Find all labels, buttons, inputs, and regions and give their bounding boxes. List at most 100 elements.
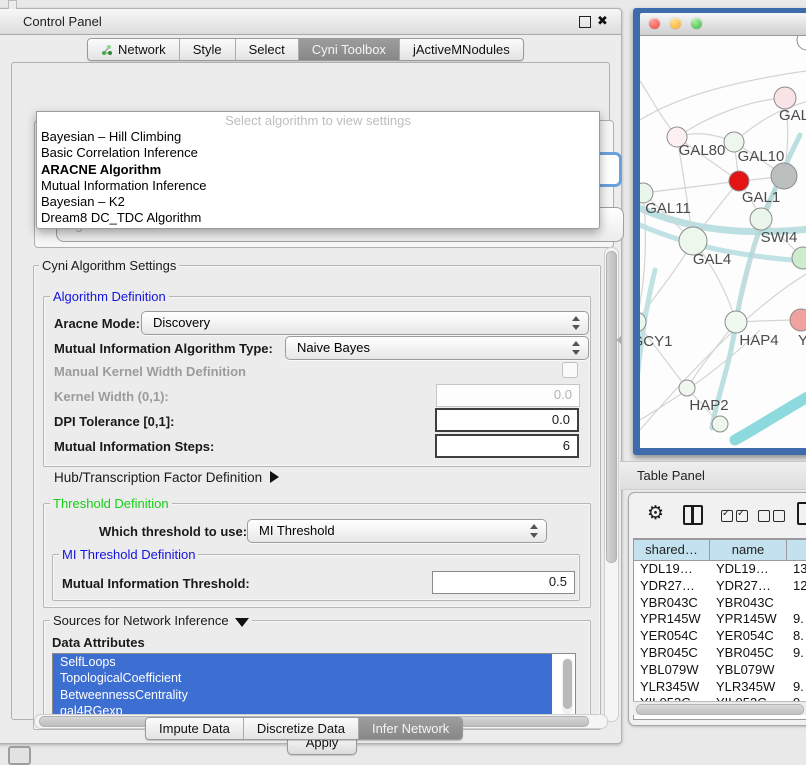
table-row[interactable]: YBR043CYBR043C	[634, 595, 806, 612]
table-row[interactable]: YDR27…YDR27…12	[634, 578, 806, 595]
node-label: SWI4	[761, 229, 798, 246]
attributes-scrollbar[interactable]	[562, 658, 573, 714]
table-cell[interactable]: 9.	[787, 611, 806, 628]
network-node[interactable]	[792, 247, 806, 269]
network-node[interactable]	[797, 36, 806, 50]
aracne-mode-combobox[interactable]: Discovery	[141, 311, 589, 335]
minimize-traffic-light-icon[interactable]	[670, 18, 681, 29]
table-cell[interactable]	[787, 662, 806, 679]
select-all-icon[interactable]	[721, 510, 748, 522]
manual-kernel-checkbox[interactable]	[562, 362, 578, 378]
network-node-hap4[interactable]	[725, 311, 747, 333]
which-threshold-combobox[interactable]: MI Threshold	[247, 519, 547, 543]
network-node-y[interactable]	[790, 309, 806, 331]
algorithm-option[interactable]: Basic Correlation Inference	[37, 145, 599, 161]
table-cell[interactable]: YER054C	[634, 628, 710, 645]
dpi-tolerance-field[interactable]: 0.0	[435, 408, 579, 432]
scrollbar-thumb[interactable]	[563, 659, 572, 709]
network-canvas[interactable]: GALGAL80GAL10GAL1GAL11SWI4GAL4HAP4YGCY1H…	[640, 36, 806, 448]
table-cell[interactable]: YDR27…	[634, 578, 710, 595]
mi-threshold-field[interactable]: 0.5	[432, 571, 575, 594]
algorithm-option[interactable]: Bayesian – Hill Climbing	[37, 129, 599, 145]
attribute-item-selected[interactable]: TopologicalCoefficient	[53, 670, 552, 686]
minimized-panel-icon[interactable]	[8, 746, 31, 765]
new-table-icon[interactable]	[797, 502, 806, 525]
network-window-titlebar[interactable]	[640, 13, 806, 36]
settings-vertical-scrollbar[interactable]	[604, 247, 619, 722]
scrollbar-thumb[interactable]	[606, 251, 617, 563]
table-cell[interactable]: YLR345W	[710, 679, 787, 696]
sources-legend[interactable]: Sources for Network Inference	[50, 614, 252, 627]
table-row[interactable]: YPR145WYPR145W9.	[634, 611, 806, 628]
table-cell[interactable]: YBR043C	[710, 595, 787, 612]
data-attributes-list[interactable]: SelfLoopsTopologicalCoefficientBetweenne…	[52, 653, 576, 723]
bottom-tab-impute-data[interactable]: Impute Data	[146, 718, 244, 739]
table-cell[interactable]: YDR27…	[710, 578, 787, 595]
tab-jactivemnodules[interactable]: jActiveMNodules	[400, 39, 523, 60]
table-cell[interactable]: YBL079W	[710, 662, 787, 679]
table-cell[interactable]: 12	[787, 578, 806, 595]
network-node-gal[interactable]	[774, 87, 796, 109]
table-panel-titlebar[interactable]: Table Panel	[620, 461, 806, 490]
algorithm-option[interactable]: Mutual Information Inference	[37, 178, 599, 194]
bottom-tab-discretize-data[interactable]: Discretize Data	[244, 718, 359, 739]
mi-steps-field[interactable]: 6	[435, 434, 579, 458]
table-cell[interactable]: YDL19…	[710, 561, 787, 578]
mi-type-combobox[interactable]: Naive Bayes	[285, 336, 589, 360]
table-row[interactable]: YER054CYER054C8.	[634, 628, 806, 645]
node-label: GAL1	[742, 189, 780, 206]
table-cell[interactable]: YPR145W	[634, 611, 710, 628]
control-panel-titlebar[interactable]: Control Panel ✖	[0, 9, 621, 35]
table-cell[interactable]: YLR345W	[634, 679, 710, 696]
settings-gear-icon[interactable]: ⚙	[647, 504, 664, 523]
splitter-arrow-icon[interactable]	[616, 336, 621, 344]
table-cell[interactable]: 9.	[787, 645, 806, 662]
table-horizontal-scrollbar[interactable]	[633, 701, 806, 715]
table-row[interactable]: YLR345WYLR345W9.	[634, 679, 806, 696]
node-table[interactable]: shared…nameA YDL19…YDL19…13YDR27…YDR27…1…	[633, 538, 806, 720]
tab-network[interactable]: Network	[88, 39, 180, 60]
algorithm-option[interactable]: ARACNE Algorithm	[37, 162, 599, 178]
algorithm-option[interactable]: Dream8 DC_TDC Algorithm	[37, 210, 599, 226]
table-row[interactable]: YBL079WYBL079W	[634, 662, 806, 679]
close-traffic-light-icon[interactable]	[649, 18, 660, 29]
table-cell[interactable]: YBR043C	[634, 595, 710, 612]
network-node-gal1[interactable]	[729, 171, 749, 191]
split-columns-icon[interactable]	[683, 505, 703, 525]
table-cell[interactable]: YBR045C	[634, 645, 710, 662]
table-row[interactable]: YBR045CYBR045C9.	[634, 645, 806, 662]
network-node-hap2[interactable]	[679, 380, 695, 396]
table-row[interactable]: YDL19…YDL19…13	[634, 561, 806, 578]
deselect-all-icon[interactable]	[758, 510, 785, 522]
scrollbar-thumb[interactable]	[636, 704, 804, 715]
table-cell[interactable]	[787, 595, 806, 612]
bottom-tab-infer-network[interactable]: Infer Network	[359, 718, 462, 739]
table-cell[interactable]: YER054C	[710, 628, 787, 645]
table-cell[interactable]: 8.	[787, 628, 806, 645]
attribute-item-selected[interactable]: SelfLoops	[53, 654, 552, 670]
network-node[interactable]	[712, 416, 728, 432]
column-header-3[interactable]: A	[787, 539, 806, 561]
table-cell[interactable]: YDL19…	[634, 561, 710, 578]
table-cell[interactable]: YPR145W	[710, 611, 787, 628]
column-header-2[interactable]: name	[710, 539, 787, 561]
tab-style[interactable]: Style	[180, 39, 236, 60]
network-node-swi4[interactable]	[750, 208, 772, 230]
hub-definition-toggle[interactable]: Hub/Transcription Factor Definition	[54, 470, 279, 485]
zoom-traffic-light-icon[interactable]	[691, 18, 702, 29]
table-cell[interactable]: 13	[787, 561, 806, 578]
algorithm-option[interactable]: Bayesian – K2	[37, 194, 599, 210]
network-node[interactable]	[771, 163, 797, 189]
attribute-item-selected[interactable]: BetweennessCentrality	[53, 687, 552, 703]
tab-cyni-toolbox[interactable]: Cyni Toolbox	[299, 39, 400, 60]
table-cell[interactable]: 9.	[787, 679, 806, 696]
tab-select[interactable]: Select	[236, 39, 299, 60]
table-cell[interactable]: YBR045C	[710, 645, 787, 662]
collapsed-arrow-icon	[270, 471, 279, 483]
column-header-1[interactable]: shared…	[634, 539, 710, 561]
close-icon[interactable]: ✖	[597, 13, 608, 29]
float-window-icon[interactable]	[579, 16, 591, 28]
mi-type-label: Mutual Information Algorithm Type:	[54, 341, 273, 356]
kernel-width-field[interactable]: 0.0	[436, 384, 580, 407]
table-cell[interactable]: YBL079W	[634, 662, 710, 679]
